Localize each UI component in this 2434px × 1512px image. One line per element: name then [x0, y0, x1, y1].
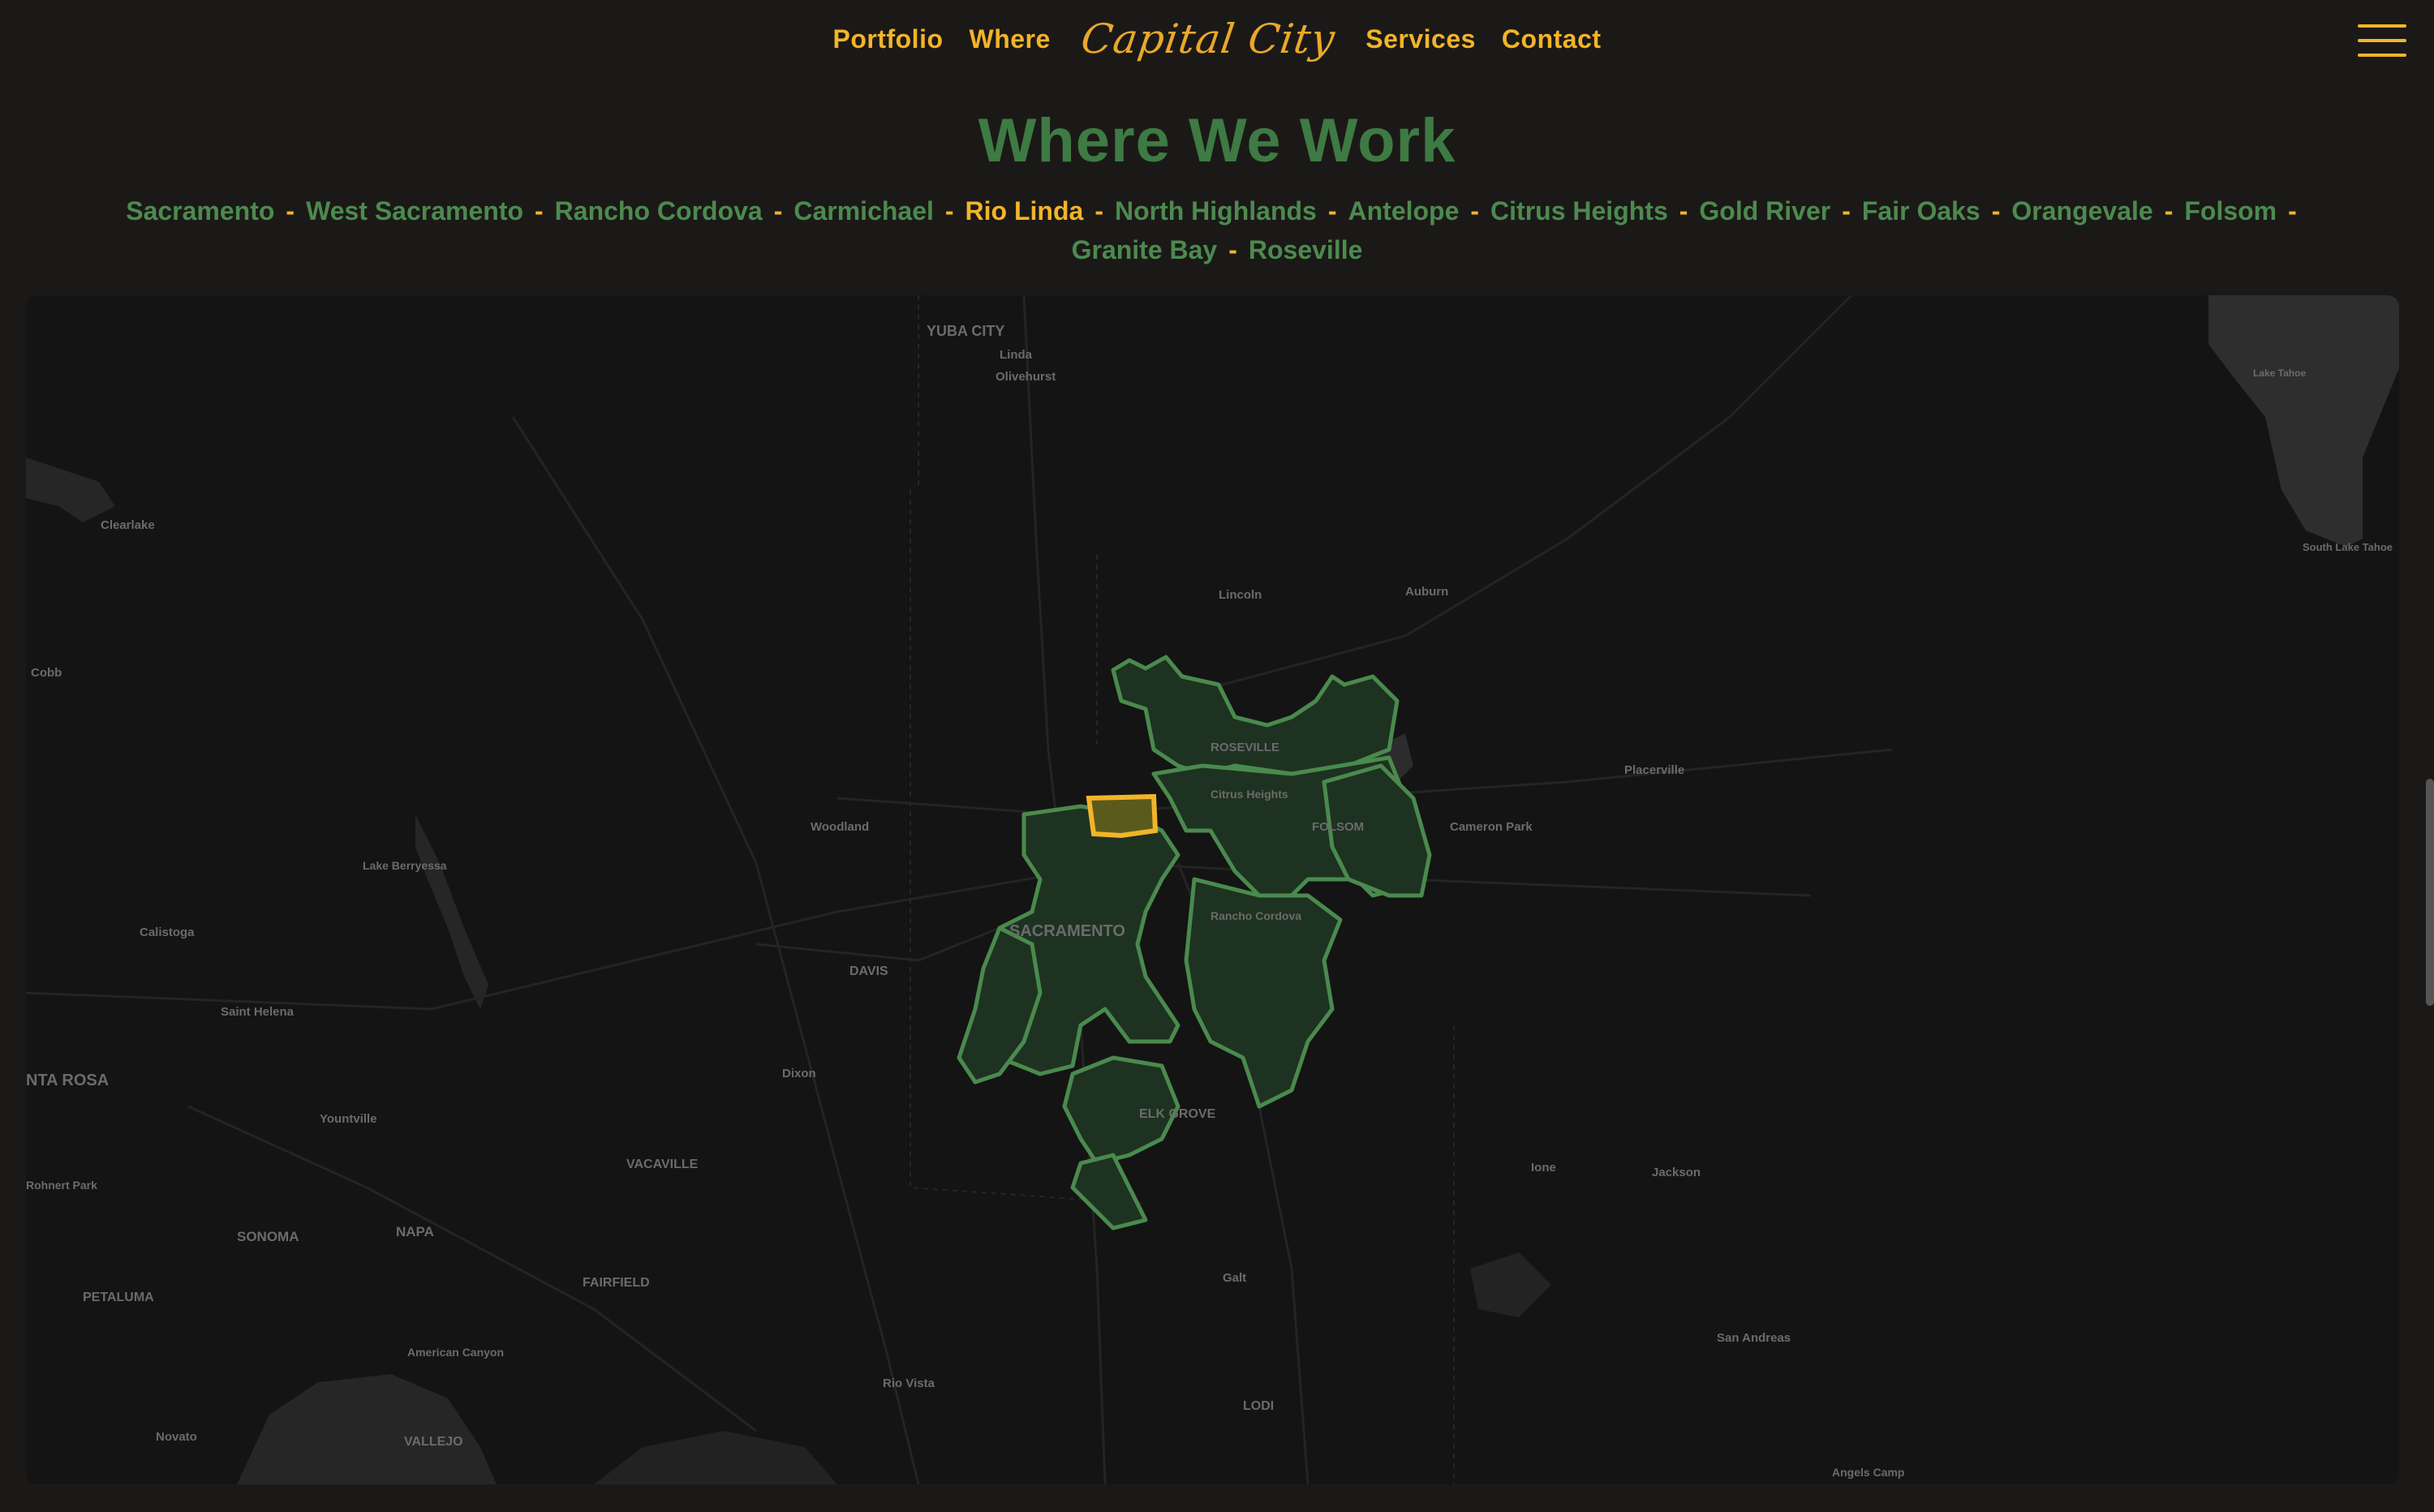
- label-cameron-park: Cameron Park: [1450, 820, 1533, 834]
- area-link-north-highlands[interactable]: North Highlands: [1115, 196, 1317, 226]
- label-roseville: ROSEVILLE: [1211, 741, 1279, 754]
- label-folsom: FOLSOM: [1312, 820, 1364, 834]
- hamburger-menu-icon[interactable]: [2358, 24, 2406, 57]
- label-clearlake: Clearlake: [101, 518, 155, 532]
- label-american-canyon: American Canyon: [407, 1346, 504, 1359]
- area-link-rancho-cordova[interactable]: Rancho Cordova: [555, 196, 763, 226]
- area-link-orangevale[interactable]: Orangevale: [2011, 196, 2152, 226]
- label-rio-vista: Rio Vista: [883, 1377, 935, 1390]
- nav-links: Portfolio Where Capital City Services Co…: [832, 15, 1601, 62]
- hamburger-line: [2358, 24, 2406, 28]
- label-placerville: Placerville: [1624, 763, 1684, 777]
- area-link-rio-linda[interactable]: Rio Linda: [965, 196, 1084, 226]
- label-vallejo: VALLEJO: [404, 1435, 463, 1449]
- area-link-sacramento[interactable]: Sacramento: [126, 196, 274, 226]
- label-ione: Ione: [1531, 1161, 1556, 1175]
- label-santa-rosa: NTA ROSA: [26, 1072, 109, 1089]
- area-separator: -: [1327, 196, 1337, 226]
- nav-link-services[interactable]: Services: [1365, 24, 1476, 54]
- area-link-roseville[interactable]: Roseville: [1249, 235, 1363, 264]
- brand-logo[interactable]: Capital City: [1078, 15, 1339, 62]
- nav-link-portfolio[interactable]: Portfolio: [832, 24, 943, 54]
- label-galt: Galt: [1223, 1271, 1246, 1285]
- area-separator: -: [2288, 196, 2297, 226]
- label-rohnert-park: Rohnert Park: [26, 1179, 97, 1192]
- label-yountville: Yountville: [320, 1112, 377, 1126]
- label-south-lake-tahoe: South Lake Tahoe: [2303, 541, 2393, 553]
- label-jackson: Jackson: [1652, 1166, 1701, 1179]
- label-lincoln: Lincoln: [1219, 588, 1262, 602]
- label-sonoma: SONOMA: [237, 1229, 299, 1244]
- area-link-citrus-heights[interactable]: Citrus Heights: [1490, 196, 1668, 226]
- area-link-granite-bay[interactable]: Granite Bay: [1072, 235, 1218, 264]
- label-dixon: Dixon: [782, 1067, 816, 1080]
- area-link-antelope[interactable]: Antelope: [1348, 196, 1460, 226]
- service-area-list: Sacramento - West Sacramento - Rancho Cordov…: [73, 191, 2361, 269]
- area-rio-linda-selected[interactable]: [1086, 793, 1159, 839]
- label-lake-tahoe: Lake Tahoe: [2253, 367, 2306, 379]
- label-yuba-city: YUBA CITY: [927, 323, 1004, 339]
- map-canvas[interactable]: YUBA CITY Linda Olivehurst Clearlake Cob…: [26, 295, 2399, 1484]
- label-linda: Linda: [1000, 348, 1033, 362]
- label-rancho-cordova: Rancho Cordova: [1211, 909, 1301, 922]
- area-separator: -: [944, 196, 954, 226]
- label-saint-helena: Saint Helena: [221, 1005, 295, 1019]
- label-auburn: Auburn: [1405, 585, 1448, 599]
- label-fairfield: FAIRFIELD: [583, 1276, 650, 1290]
- label-calistoga: Calistoga: [140, 926, 195, 939]
- area-separator: -: [1470, 196, 1480, 226]
- label-sacramento: SACRAMENTO: [1009, 922, 1125, 940]
- label-citrus-heights: Citrus Heights: [1211, 788, 1288, 801]
- area-separator: -: [286, 196, 295, 226]
- label-vacaville: VACAVILLE: [626, 1158, 699, 1171]
- label-petaluma: PETALUMA: [83, 1291, 154, 1304]
- label-davis: DAVIS: [849, 964, 888, 978]
- area-separator: -: [1679, 196, 1688, 226]
- label-elk-grove: ELK GROVE: [1139, 1107, 1216, 1121]
- label-lodi: LODI: [1243, 1399, 1274, 1413]
- area-link-gold-river[interactable]: Gold River: [1699, 196, 1830, 226]
- hamburger-line: [2358, 39, 2406, 42]
- label-cobb: Cobb: [31, 666, 62, 680]
- label-olivehurst: Olivehurst: [996, 370, 1056, 384]
- hamburger-line: [2358, 54, 2406, 57]
- nav-link-contact[interactable]: Contact: [1502, 24, 1602, 54]
- area-link-folsom[interactable]: Folsom: [2184, 196, 2277, 226]
- area-separator: -: [1991, 196, 2001, 226]
- area-separator: -: [535, 196, 544, 226]
- area-link-carmichael[interactable]: Carmichael: [793, 196, 934, 226]
- area-separator: -: [1842, 196, 1851, 226]
- top-nav: Portfolio Where Capital City Services Co…: [0, 0, 2434, 78]
- label-san-andreas: San Andreas: [1717, 1331, 1791, 1345]
- area-separator: -: [773, 196, 783, 226]
- area-separator: -: [1094, 196, 1103, 226]
- page-title: Where We Work: [978, 106, 1456, 175]
- nav-link-where[interactable]: Where: [970, 24, 1051, 54]
- label-novato: Novato: [156, 1430, 197, 1444]
- label-woodland: Woodland: [811, 820, 869, 834]
- service-area-map[interactable]: YUBA CITY Linda Olivehurst Clearlake Cob…: [26, 295, 2399, 1484]
- label-napa: NAPA: [396, 1224, 434, 1239]
- page-scrollbar[interactable]: [2426, 779, 2434, 1006]
- area-link-fair-oaks[interactable]: Fair Oaks: [1862, 196, 1980, 226]
- area-separator: -: [2164, 196, 2174, 226]
- area-link-west-sacramento[interactable]: West Sacramento: [306, 196, 523, 226]
- area-separator: -: [1228, 235, 1237, 264]
- label-lake-berryessa: Lake Berryessa: [363, 859, 447, 872]
- label-angels-camp: Angels Camp: [1832, 1466, 1904, 1479]
